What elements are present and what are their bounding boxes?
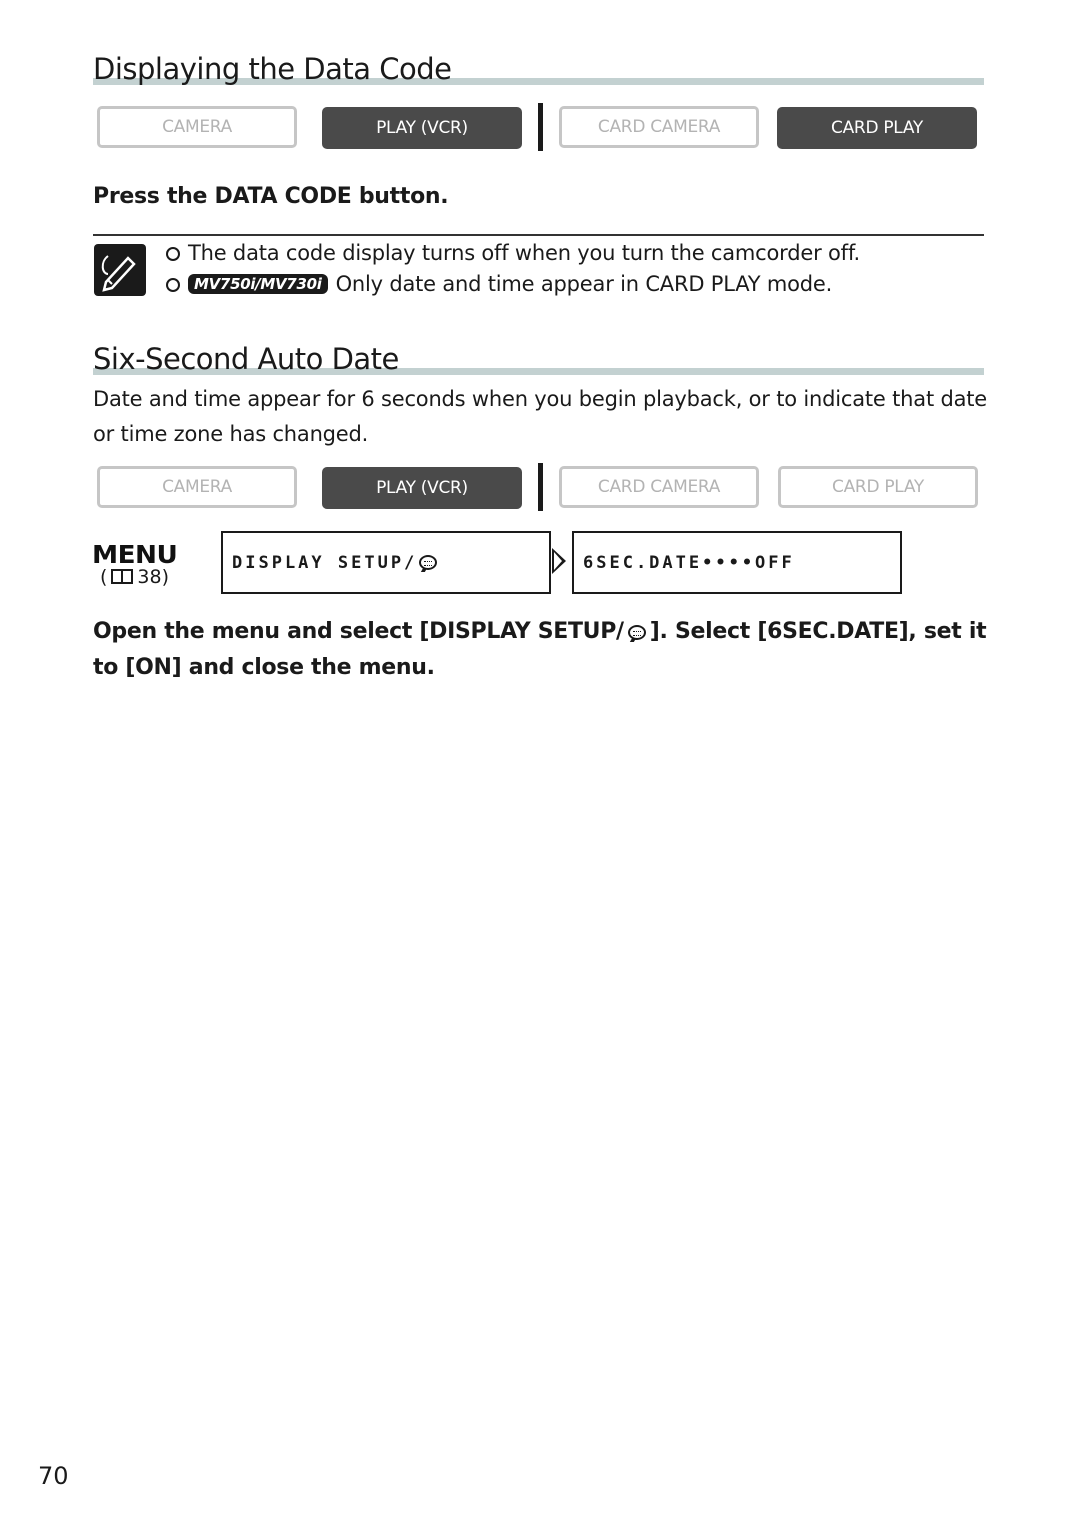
page-number: 70 [38, 1462, 69, 1490]
mode-camera: CAMERA [97, 106, 297, 148]
mode-card-camera: CARD CAMERA [559, 106, 759, 148]
page-reference: (38) [100, 566, 170, 588]
section-title-six-second: Six-Second Auto Date [93, 342, 399, 376]
speech-bubble-icon [419, 555, 438, 570]
lcd-setting: 6SEC.DATE••••OFF [572, 531, 902, 594]
book-icon [111, 569, 134, 584]
description: Date and time appear for 6 seconds when … [93, 387, 988, 446]
mode-card-camera: CARD CAMERA [559, 466, 759, 508]
section-title-data-code: Displaying the Data Code [93, 52, 452, 86]
bullet-icon [166, 247, 180, 261]
mode-divider [538, 103, 543, 151]
note-item: The data code display turns off when you… [166, 241, 860, 265]
mode-card-play: CARD PLAY [777, 107, 977, 149]
mode-camera: CAMERA [97, 466, 297, 508]
model-badge: MV750i/MV730i [188, 274, 328, 294]
mode-card-play: CARD PLAY [778, 466, 978, 508]
step-press-data-code: Press the DATA CODE button. [93, 184, 449, 209]
pencil-note-icon [94, 244, 146, 296]
bullet-icon [166, 278, 180, 292]
mode-play-vcr: PLAY (VCR) [322, 467, 522, 509]
mode-divider [538, 463, 543, 511]
note-item: MV750i/MV730i Only date and time appear i… [166, 272, 832, 296]
mode-play-vcr: PLAY (VCR) [322, 107, 522, 149]
lcd-menu-item: DISPLAY SETUP/ [221, 531, 551, 594]
speech-bubble-icon [627, 625, 646, 640]
menu-logo: MENU [92, 540, 178, 569]
step-open-menu: Open the menu and select [DISPLAY SETUP/… [93, 619, 987, 680]
note-divider [93, 234, 984, 236]
